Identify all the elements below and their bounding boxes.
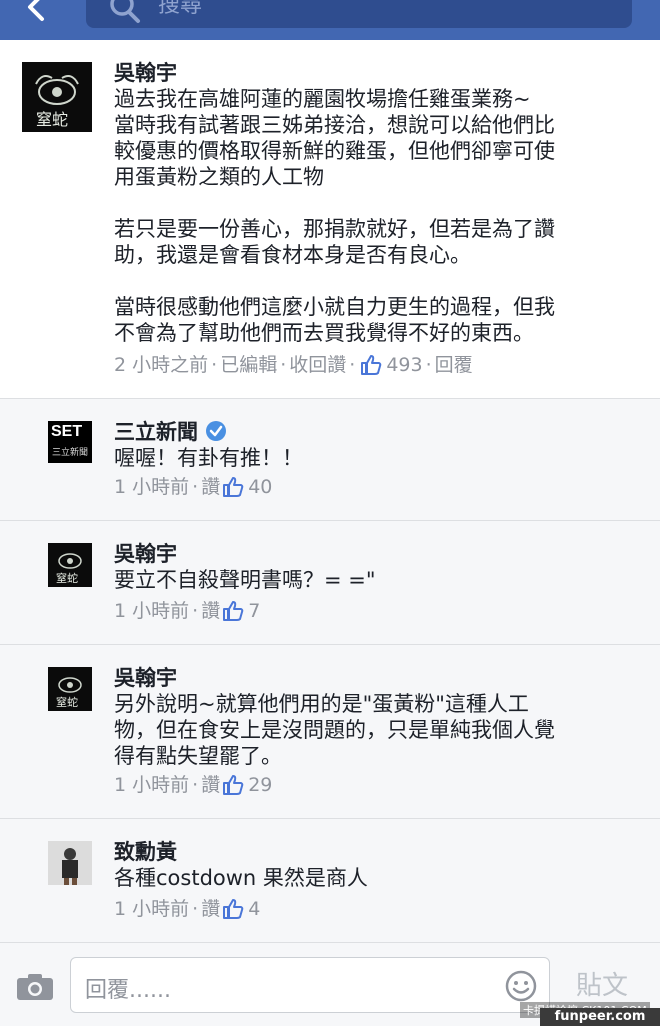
post-button[interactable]: 貼文	[576, 965, 628, 1002]
comment-text: 要立不自殺聲明書嗎？= ="	[114, 568, 376, 592]
watermark-site: funpeer.com	[540, 1008, 660, 1026]
comment-author[interactable]: 三立新聞	[114, 419, 226, 445]
reply-placeholder: 回覆......	[85, 978, 171, 1003]
avatar-label: 窒蛇	[56, 572, 78, 585]
comment-text: 各種costdown 果然是商人	[114, 866, 368, 890]
avatar[interactable]: 窒蛇	[22, 62, 92, 132]
like-count[interactable]: 493	[386, 353, 422, 377]
timestamp[interactable]: 2 小時之前	[114, 353, 208, 377]
comment-meta: 2 小時之前 · 已編輯 · 收回讚 · 493 · 回覆	[114, 353, 473, 377]
comment-text: 另外說明~就算他們用的是"蛋黃粉"這種人工 物，但在食安上是沒問題的，只是單純我…	[114, 691, 644, 769]
text-line: 另外說明~就算他們用的是"蛋黃粉"這種人工	[114, 692, 529, 716]
like-thumb-icon	[222, 600, 244, 622]
avatar-label: 窒蛇	[36, 110, 69, 129]
reply-comment: SET 三立新聞 三立新聞 喔喔！有卦有推！！ 1 小時前 · 讚 40	[0, 398, 660, 520]
avatar[interactable]	[48, 841, 92, 885]
reply-comment: 致勳黃 各種costdown 果然是商人 1 小時前 · 讚 4	[0, 818, 660, 942]
avatar-label: SET	[51, 423, 83, 440]
comment-meta: 1 小時前 · 讚 40	[114, 475, 273, 499]
text-line: 用蛋黃粉之類的人工物	[114, 165, 324, 189]
search-placeholder: 搜尋	[158, 0, 203, 18]
reply-comment: 窒蛇 吳翰宇 要立不自殺聲明書嗎？= =" 1 小時前 · 讚 7	[0, 520, 660, 644]
timestamp[interactable]: 1 小時前	[114, 599, 189, 623]
camera-icon[interactable]	[16, 973, 54, 1005]
text-line: 若只是要一份善心，那捐款就好，但若是為了讚	[114, 217, 555, 241]
back-arrow-icon[interactable]	[22, 0, 52, 22]
like-count[interactable]: 40	[248, 475, 272, 499]
text-line: 當時我有試著跟三姊弟接洽，想說可以給他們比	[114, 113, 555, 137]
like-thumb-icon	[360, 354, 382, 376]
like-link[interactable]: 讚	[201, 897, 220, 921]
comment-text: 喔喔！有卦有推！！	[114, 446, 303, 470]
unlike-link[interactable]: 收回讚	[289, 353, 346, 377]
like-count[interactable]: 4	[248, 897, 260, 921]
reply-link[interactable]: 回覆	[435, 353, 473, 377]
comment-meta: 1 小時前 · 讚 4	[114, 897, 261, 921]
text-line: 不會為了幫助他們而去買我覺得不好的東西。	[114, 321, 534, 345]
comment-meta: 1 小時前 · 讚 29	[114, 773, 273, 797]
author-name: 三立新聞	[114, 420, 198, 444]
avatar[interactable]: 窒蛇	[48, 667, 92, 711]
like-thumb-icon	[222, 774, 244, 796]
like-link[interactable]: 讚	[201, 475, 220, 499]
like-count[interactable]: 29	[248, 773, 272, 797]
timestamp[interactable]: 1 小時前	[114, 773, 189, 797]
text-line: 過去我在高雄阿蓮的麗園牧場擔任雞蛋業務~	[114, 87, 531, 111]
search-icon	[108, 0, 142, 28]
edited-link[interactable]: 已編輯	[220, 353, 277, 377]
text-line: 物，但在食安上是沒問題的，只是單純我個人覺	[114, 718, 555, 742]
emoji-icon[interactable]	[505, 970, 537, 1006]
text-line: 得有點失望罷了。	[114, 744, 282, 768]
reply-comment: 窒蛇 吳翰宇 另外說明~就算他們用的是"蛋黃粉"這種人工 物，但在食安上是沒問題…	[0, 644, 660, 818]
like-link[interactable]: 讚	[201, 599, 220, 623]
reply-input[interactable]: 回覆......	[70, 957, 550, 1013]
like-thumb-icon	[222, 476, 244, 498]
main-comment: 窒蛇 吳翰宇 過去我在高雄阿蓮的麗園牧場擔任雞蛋業務~ 當時我有試著跟三姊弟接洽…	[0, 40, 660, 398]
text-line: 當時很感動他們這麼小就自力更生的過程，但我	[114, 295, 555, 319]
top-bar: 搜尋	[0, 0, 660, 40]
verified-badge-icon	[206, 421, 226, 441]
comment-author[interactable]: 吳翰宇	[114, 60, 177, 86]
avatar-label: 窒蛇	[56, 696, 78, 709]
search-input[interactable]: 搜尋	[86, 0, 632, 28]
timestamp[interactable]: 1 小時前	[114, 475, 189, 499]
text-line: 助，我還是會看食材本身是否有良心。	[114, 243, 471, 267]
comment-meta: 1 小時前 · 讚 7	[114, 599, 261, 623]
timestamp[interactable]: 1 小時前	[114, 897, 189, 921]
avatar[interactable]: SET 三立新聞	[48, 421, 92, 463]
avatar[interactable]: 窒蛇	[48, 543, 92, 587]
comment-author[interactable]: 致勳黃	[114, 839, 177, 865]
text-line: 較優惠的價格取得新鮮的雞蛋，但他們卻寧可使	[114, 139, 555, 163]
like-count[interactable]: 7	[248, 599, 260, 623]
comment-author[interactable]: 吳翰宇	[114, 541, 177, 567]
comment-text: 過去我在高雄阿蓮的麗園牧場擔任雞蛋業務~ 當時我有試著跟三姊弟接洽，想說可以給他…	[114, 86, 644, 346]
like-thumb-icon	[222, 898, 244, 920]
avatar-sublabel: 三立新聞	[52, 448, 89, 458]
like-link[interactable]: 讚	[201, 773, 220, 797]
comment-author[interactable]: 吳翰宇	[114, 665, 177, 691]
